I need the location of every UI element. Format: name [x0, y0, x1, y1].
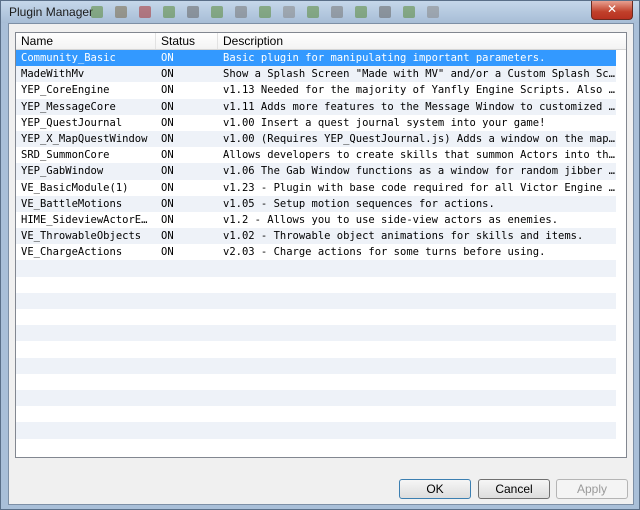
- plugin-status: ON: [161, 197, 174, 210]
- plugin-description: v1.11 Adds more features to the Message …: [223, 100, 616, 113]
- empty-row[interactable]: [16, 292, 616, 309]
- plugin-status: ON: [161, 149, 174, 162]
- plugin-rows: Community_Basic ON Basic plugin for manipu…: [16, 50, 626, 455]
- column-header-description[interactable]: Description: [218, 33, 616, 49]
- titlebar-background-icons: [91, 3, 561, 21]
- empty-row[interactable]: [16, 439, 616, 455]
- plugin-row[interactable]: YEP_QuestJournal ON v1.00 Insert a quest j…: [16, 115, 616, 131]
- plugin-row[interactable]: VE_ChargeActions ON v2.03 - Charge actions…: [16, 244, 616, 260]
- empty-row[interactable]: [16, 341, 616, 357]
- plugin-name: VE_BasicModule(1): [21, 181, 129, 194]
- empty-row[interactable]: [16, 357, 616, 374]
- plugin-status: ON: [161, 100, 174, 113]
- plugin-name: MadeWithMv: [21, 68, 85, 81]
- plugin-name: HIME_SideviewActorEne…: [21, 213, 153, 226]
- plugin-name: YEP_GabWindow: [21, 165, 104, 178]
- window-title: Plugin Manager: [9, 5, 94, 19]
- close-window-button[interactable]: ✕: [591, 1, 633, 20]
- plugin-description: v1.23 - Plugin with base code required f…: [223, 181, 616, 194]
- plugin-description: v1.00 (Requires YEP_QuestJournal.js) Add…: [223, 132, 616, 145]
- empty-row[interactable]: [16, 374, 616, 390]
- plugin-row[interactable]: YEP_X_MapQuestWindow ON v1.00 (Requires YE…: [16, 130, 616, 148]
- plugin-status: ON: [161, 246, 174, 259]
- empty-row[interactable]: [16, 389, 616, 407]
- plugin-name: VE_BattleMotions: [21, 197, 123, 210]
- plugin-description: v1.05 - Setup motion sequences for actio…: [223, 197, 495, 210]
- plugin-description: Basic plugin for manipulating important …: [223, 52, 546, 64]
- column-header-status[interactable]: Status: [156, 33, 218, 49]
- close-icon: ✕: [606, 2, 618, 16]
- plugin-name: Community_Basic: [21, 52, 116, 64]
- list-header: Name Status Description: [16, 33, 626, 50]
- plugin-name: YEP_QuestJournal: [21, 116, 123, 129]
- plugin-row[interactable]: VE_BattleMotions ON v1.05 - Setup motion s…: [16, 195, 616, 212]
- plugin-name: SRD_SummonCore: [21, 149, 110, 162]
- plugin-row[interactable]: YEP_MessageCore ON v1.11 Adds more feature…: [16, 98, 616, 115]
- ok-button[interactable]: OK: [399, 479, 471, 499]
- plugin-name: YEP_MessageCore: [21, 100, 116, 113]
- plugin-description: v1.02 - Throwable object animations for …: [223, 230, 584, 243]
- plugin-row[interactable]: HIME_SideviewActorEne… ON v1.2 - Allows yo…: [16, 212, 616, 228]
- plugin-status: ON: [161, 181, 174, 194]
- plugin-description: Allows developers to create skills that …: [223, 149, 616, 162]
- plugin-description: Show a Splash Screen "Made with MV" and/…: [223, 68, 616, 81]
- plugin-status: ON: [161, 68, 174, 81]
- plugin-row[interactable]: MadeWithMv ON Show a Splash Screen "Made w…: [16, 66, 616, 83]
- plugin-name: VE_ThrowableObjects: [21, 230, 142, 243]
- empty-row[interactable]: [16, 277, 616, 293]
- plugin-name: YEP_CoreEngine: [21, 84, 110, 97]
- plugin-status: ON: [161, 116, 174, 129]
- apply-button[interactable]: Apply: [556, 479, 628, 499]
- plugin-row[interactable]: YEP_CoreEngine ON v1.13 Needed for the maj…: [16, 82, 616, 98]
- plugin-row[interactable]: YEP_GabWindow ON v1.06 The Gab Window func…: [16, 163, 616, 180]
- plugin-manager-window: Plugin Manager ✕ Name Status Description…: [0, 0, 640, 510]
- plugin-description: v1.13 Needed for the majority of Yanfly …: [223, 84, 616, 97]
- plugin-name: VE_ChargeActions: [21, 246, 123, 259]
- plugin-row[interactable]: VE_ThrowableObjects ON v1.02 - Throwable o…: [16, 228, 616, 245]
- plugin-row[interactable]: SRD_SummonCore ON Allows developers to cre…: [16, 147, 616, 163]
- plugin-description: v2.03 - Charge actions for some turns be…: [223, 246, 546, 259]
- empty-row[interactable]: [16, 325, 616, 342]
- plugin-description: v1.00 Insert a quest journal system into…: [223, 116, 546, 129]
- plugin-status: ON: [161, 132, 174, 145]
- empty-row[interactable]: [16, 309, 616, 325]
- plugin-status: ON: [161, 230, 174, 243]
- plugin-description: v1.2 - Allows you to use side-view actor…: [223, 213, 559, 226]
- column-header-name[interactable]: Name: [16, 33, 156, 49]
- empty-row[interactable]: [16, 406, 616, 422]
- plugin-row[interactable]: VE_BasicModule(1) ON v1.23 - Plugin with b…: [16, 180, 616, 196]
- plugin-status: ON: [161, 52, 174, 64]
- dialog-body: Name Status Description Community_Basic O…: [8, 23, 634, 505]
- plugin-row[interactable]: Community_Basic ON Basic plugin for manipu…: [16, 50, 616, 67]
- empty-row[interactable]: [16, 260, 616, 277]
- plugin-description: v1.06 The Gab Window functions as a wind…: [223, 165, 616, 178]
- plugin-status: ON: [161, 213, 174, 226]
- plugin-status: ON: [161, 165, 174, 178]
- cancel-button[interactable]: Cancel: [478, 479, 550, 499]
- empty-row[interactable]: [16, 422, 616, 439]
- plugin-list[interactable]: Name Status Description Community_Basic O…: [15, 32, 627, 458]
- plugin-name: YEP_X_MapQuestWindow: [21, 132, 148, 145]
- plugin-status: ON: [161, 84, 174, 97]
- title-bar[interactable]: Plugin Manager ✕: [1, 1, 639, 23]
